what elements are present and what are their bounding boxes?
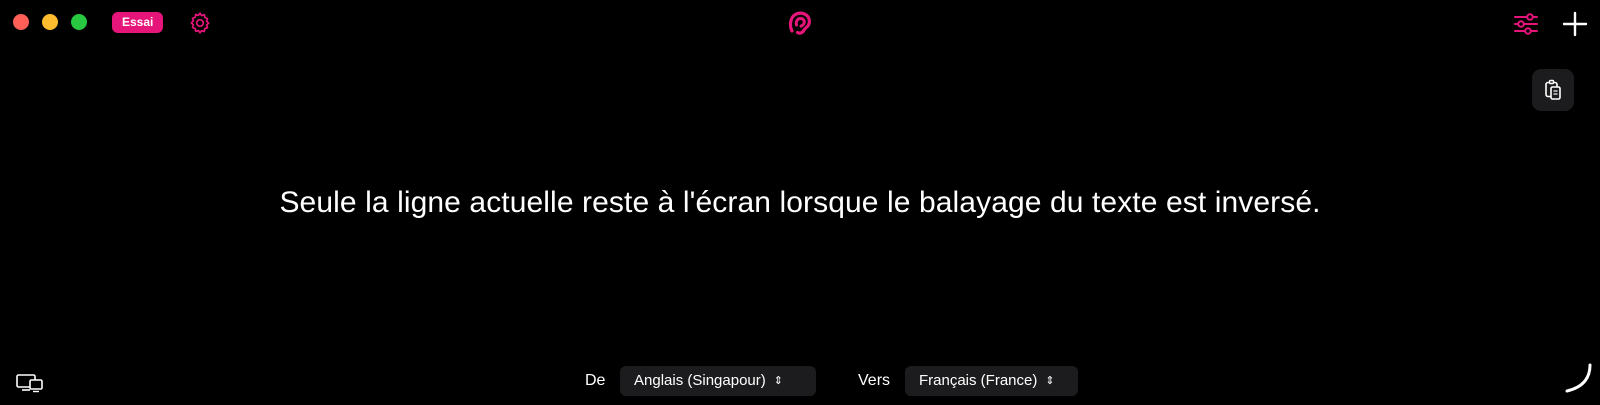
copy-button[interactable]	[1532, 69, 1574, 111]
settings-button[interactable]	[187, 10, 213, 36]
app-window: Essai Seule la ligne actuelle reste à l'…	[0, 0, 1600, 405]
chevron-up-down-icon: ⇕	[1045, 374, 1055, 387]
maximize-window-button[interactable]	[71, 14, 87, 30]
ear-logo-icon	[788, 11, 811, 35]
copy-icon	[1545, 79, 1561, 100]
app-logo	[786, 9, 814, 37]
target-language-label: Vers	[858, 372, 891, 389]
source-language-value: Anglais (Singapour)	[634, 372, 766, 389]
sliders-icon	[1514, 13, 1538, 35]
trial-badge[interactable]: Essai	[112, 12, 164, 33]
display-button[interactable]	[16, 373, 44, 393]
add-button[interactable]	[1560, 9, 1590, 39]
activity-indicator	[1563, 362, 1593, 394]
spinner-icon	[1565, 363, 1592, 393]
minimize-window-button[interactable]	[42, 14, 58, 30]
screens-icon	[16, 374, 43, 393]
source-language-label: De	[585, 372, 606, 389]
preferences-button[interactable]	[1511, 9, 1541, 39]
plus-icon	[1562, 11, 1588, 37]
source-language-select[interactable]: Anglais (Singapour) ⇕	[620, 366, 816, 396]
chevron-up-down-icon: ⇕	[773, 374, 783, 387]
target-language-value: Français (France)	[919, 372, 1038, 389]
close-window-button[interactable]	[13, 14, 29, 30]
transcription-text: Seule la ligne actuelle reste à l'écran …	[279, 186, 1321, 219]
gear-icon	[190, 12, 210, 34]
target-language-select[interactable]: Français (France) ⇕	[905, 366, 1078, 396]
